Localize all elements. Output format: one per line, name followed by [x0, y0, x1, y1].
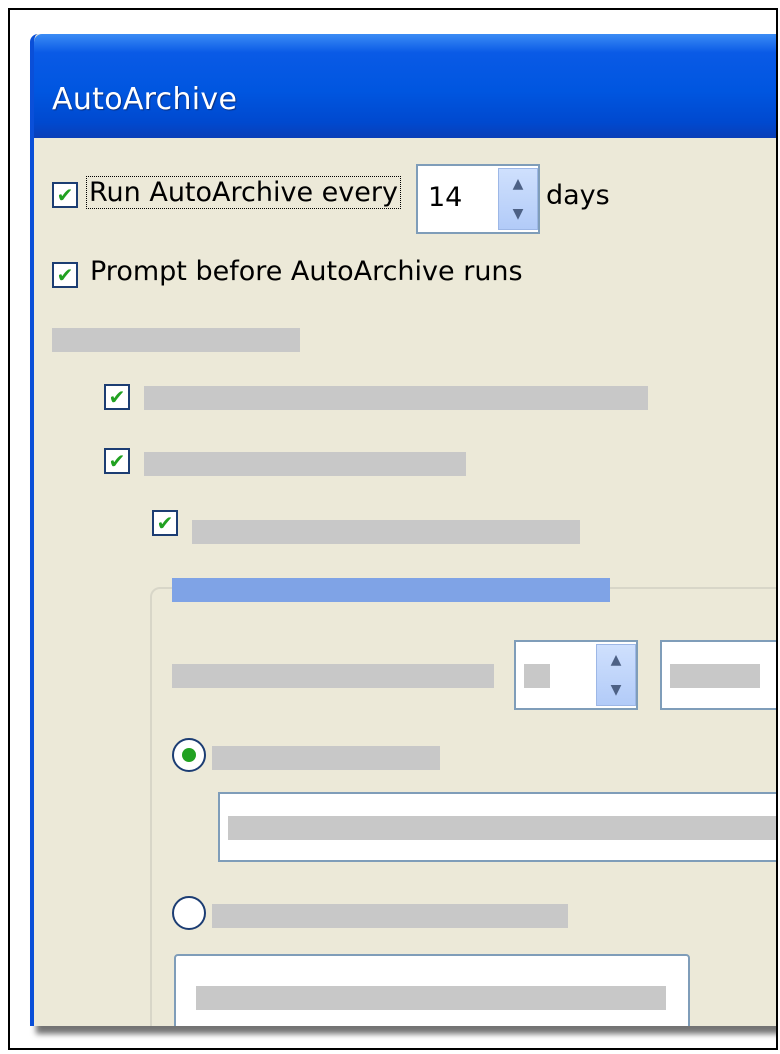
redacted-textbox[interactable]	[218, 792, 776, 862]
window-title: AutoArchive	[52, 82, 238, 117]
radio-dot-icon	[182, 748, 196, 762]
spin-up-icon[interactable]: ▲	[597, 645, 635, 675]
redacted-text	[172, 664, 494, 688]
spin-down-icon[interactable]: ▼	[499, 199, 537, 229]
redacted-dropdown[interactable]	[660, 640, 776, 710]
redacted-text	[192, 520, 580, 544]
spin-up-icon[interactable]: ▲	[499, 169, 537, 199]
run-autoarchive-label[interactable]: Run AutoArchive every	[86, 176, 401, 209]
checkbox-redacted-1[interactable]: ✔	[104, 384, 130, 410]
checkbox-redacted-3[interactable]: ✔	[152, 510, 178, 536]
check-icon: ✔	[156, 511, 174, 535]
redacted-text	[144, 452, 466, 476]
screenshot-frame: AutoArchive ✔ Run AutoArchive every 14 ▲…	[8, 8, 778, 1050]
autoarchive-dialog: AutoArchive ✔ Run AutoArchive every 14 ▲…	[30, 34, 776, 1026]
days-value[interactable]: 14	[428, 182, 462, 213]
radio-unselected[interactable]	[172, 896, 206, 930]
checkbox-redacted-2[interactable]: ✔	[104, 448, 130, 474]
redacted-text	[52, 328, 300, 352]
redacted-textbox[interactable]	[174, 954, 690, 1026]
check-icon: ✔	[56, 183, 74, 207]
days-spinner[interactable]: ▲ ▼	[498, 168, 538, 230]
redacted-text	[212, 904, 568, 928]
redacted-spinner[interactable]: ▲ ▼	[596, 644, 636, 706]
redacted-value	[524, 664, 550, 688]
check-icon: ✔	[108, 385, 126, 409]
run-autoarchive-checkbox[interactable]: ✔	[52, 182, 78, 208]
check-icon: ✔	[108, 449, 126, 473]
redacted-spinbox[interactable]: ▲ ▼	[514, 640, 638, 710]
redacted-group-heading	[172, 578, 610, 602]
days-unit-label: days	[546, 180, 610, 211]
spin-down-icon[interactable]: ▼	[597, 675, 635, 705]
days-spinbox[interactable]: 14 ▲ ▼	[416, 164, 540, 234]
radio-selected[interactable]	[172, 738, 206, 772]
title-bar[interactable]: AutoArchive	[34, 34, 776, 138]
redacted-value	[196, 986, 666, 1010]
redacted-text	[212, 746, 440, 770]
check-icon: ✔	[56, 263, 74, 287]
redacted-text	[144, 386, 648, 410]
prompt-before-checkbox[interactable]: ✔	[52, 262, 78, 288]
prompt-before-label[interactable]: Prompt before AutoArchive runs	[90, 256, 523, 287]
redacted-value	[228, 816, 776, 840]
redacted-value	[670, 664, 760, 688]
